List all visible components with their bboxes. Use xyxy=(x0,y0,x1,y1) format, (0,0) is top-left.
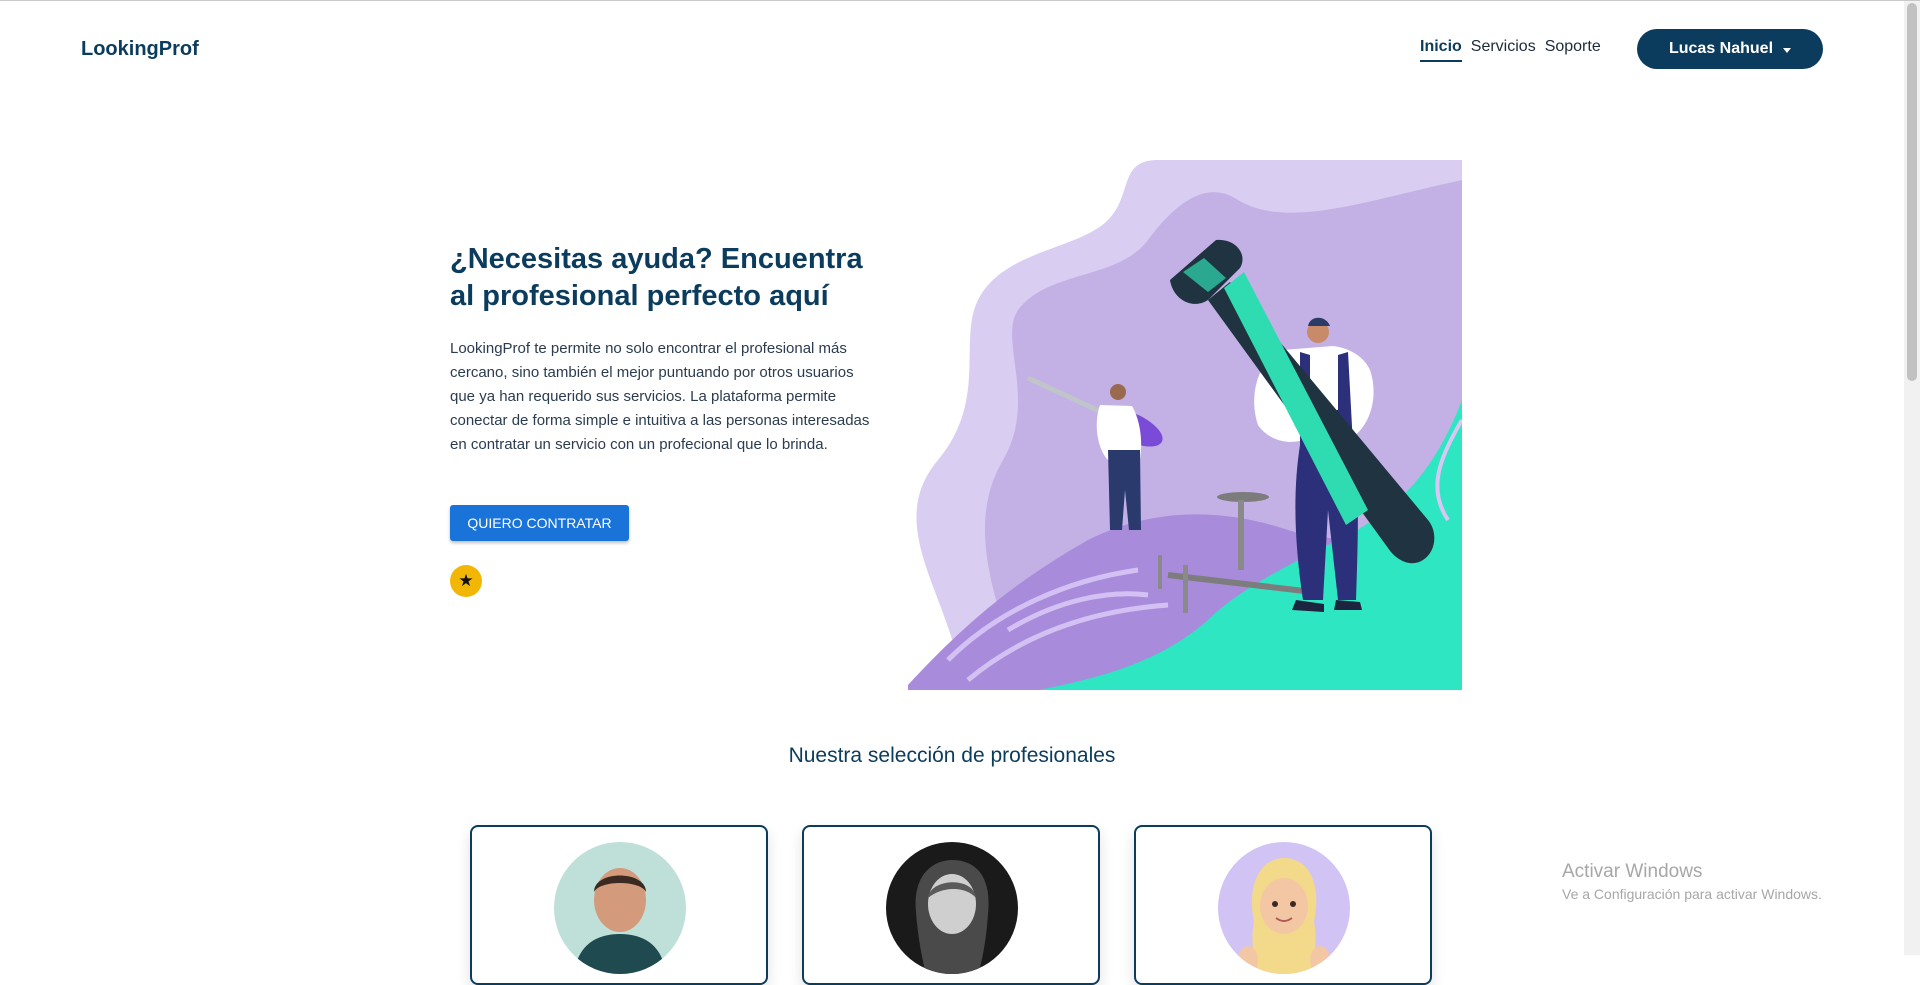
avatar xyxy=(554,842,686,974)
professional-card[interactable] xyxy=(802,825,1100,985)
hero-illustration xyxy=(908,160,1462,690)
professional-card[interactable] xyxy=(470,825,768,985)
section-title: Nuestra selección de profesionales xyxy=(788,744,1116,767)
hero-description: LookingProf te permite no solo encontrar… xyxy=(450,340,870,453)
avatar xyxy=(886,842,1018,974)
star-icon[interactable]: ★ xyxy=(450,565,482,597)
windows-activation-subtitle: Ve a Configuración para activar Windows. xyxy=(1562,886,1822,902)
main-nav: Inicio Servicios Soporte xyxy=(1420,38,1601,62)
scrollbar-thumb[interactable] xyxy=(1907,3,1917,381)
user-menu-label: Lucas Nahuel xyxy=(1668,40,1774,57)
brand-logo[interactable]: LookingProf xyxy=(81,38,199,61)
caret-down-icon xyxy=(1783,47,1792,53)
nav-servicios[interactable]: Servicios xyxy=(1471,38,1536,62)
page-scrollbar[interactable] xyxy=(1904,1,1920,955)
window-top-border xyxy=(0,0,1920,1)
windows-activation-title: Activar Windows xyxy=(1562,861,1703,882)
user-menu-button[interactable]: Lucas Nahuel xyxy=(1637,29,1823,69)
nav-inicio[interactable]: Inicio xyxy=(1420,38,1462,62)
hire-button[interactable]: QUIERO CONTRATAR xyxy=(450,505,629,541)
avatar xyxy=(1218,842,1350,974)
hero-title: ¿Necesitas ayuda? Encuentra al profesion… xyxy=(450,243,863,312)
professional-card[interactable] xyxy=(1134,825,1432,985)
nav-soporte[interactable]: Soporte xyxy=(1545,38,1601,62)
